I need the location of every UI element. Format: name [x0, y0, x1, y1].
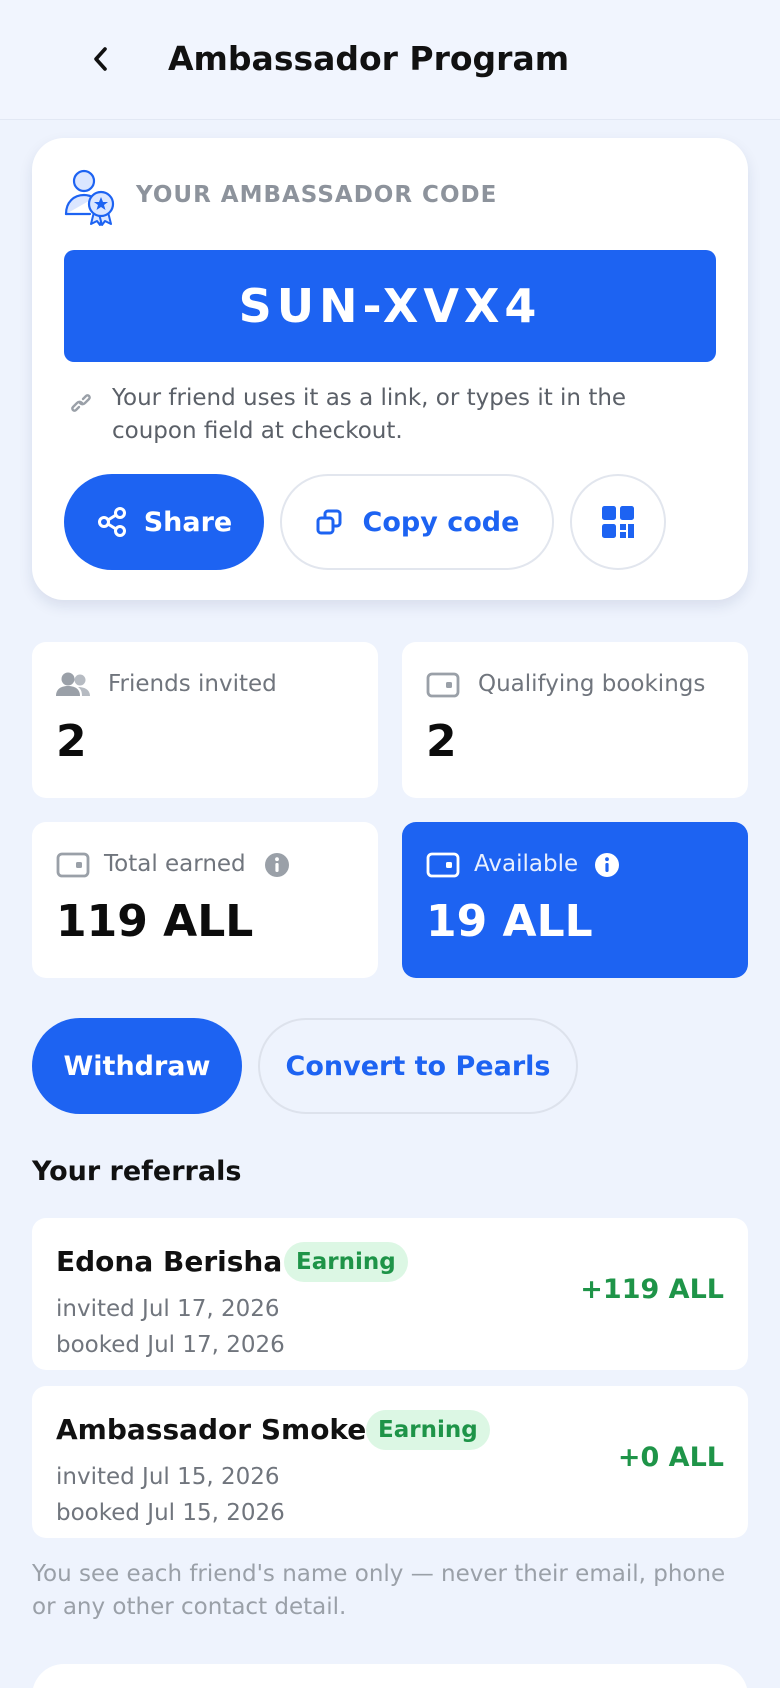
withdraw-button[interactable]: Withdraw — [32, 1018, 242, 1114]
referral-name: Edona Berisha — [56, 1245, 283, 1278]
referral-booked-date: booked Jul 15, 2026 — [56, 1500, 285, 1526]
wallet-icon — [426, 852, 460, 878]
code-hint-text: Your friend uses it as a link, or types … — [112, 385, 627, 444]
qr-code-button[interactable] — [570, 474, 666, 570]
page-title: Ambassador Program — [168, 39, 570, 78]
wallet-icon — [426, 672, 460, 698]
friends-invited-card: Friends invited 2 — [32, 642, 378, 798]
status-badge: Earning — [366, 1410, 490, 1450]
share-icon — [97, 507, 126, 537]
status-badge: Earning — [284, 1242, 408, 1282]
available-value: 19 ALL — [426, 896, 593, 947]
people-icon — [56, 672, 90, 696]
qualifying-bookings-value: 2 — [426, 716, 457, 767]
referral-item[interactable]: Edona Berisha Earning invited Jul 17, 20… — [32, 1218, 748, 1370]
referral-invited-date: invited Jul 17, 2026 — [56, 1296, 280, 1322]
privacy-footnote: You see each friend's name only — never … — [32, 1561, 726, 1620]
info-icon[interactable] — [594, 852, 620, 878]
ambassador-code-card: YOUR AMBASSADOR CODE SUN-XVX4 Your frien… — [32, 138, 748, 600]
available-label: Available — [474, 851, 579, 877]
available-card: Available 19 ALL — [402, 822, 748, 978]
referral-amount: +119 ALL — [580, 1274, 724, 1305]
qualifying-bookings-card: Qualifying bookings 2 — [402, 642, 748, 798]
link-icon — [71, 394, 91, 412]
share-button-label: Share — [143, 506, 233, 538]
referrals-section-title: Your referrals — [32, 1156, 242, 1187]
friends-invited-value: 2 — [56, 716, 87, 767]
referral-invited-date: invited Jul 15, 2026 — [56, 1464, 280, 1490]
copy-icon — [316, 509, 342, 535]
qr-code-icon — [602, 506, 634, 538]
total-earned-card: Total earned 119 ALL — [32, 822, 378, 978]
friends-invited-label: Friends invited — [108, 671, 277, 697]
next-card-peek — [32, 1664, 748, 1688]
referral-booked-date: booked Jul 17, 2026 — [56, 1332, 285, 1358]
back-button[interactable] — [78, 36, 124, 82]
qualifying-bookings-label: Qualifying bookings — [478, 671, 706, 697]
chevron-left-icon — [94, 47, 107, 71]
referral-name: Ambassador Smoke — [56, 1413, 367, 1446]
total-earned-label: Total earned — [104, 851, 246, 877]
ambassador-badge-icon — [64, 169, 115, 226]
code-card-label: YOUR AMBASSADOR CODE — [136, 182, 498, 208]
copy-code-button[interactable]: Copy code — [280, 474, 554, 570]
share-button[interactable]: Share — [64, 474, 264, 570]
copy-code-label: Copy code — [362, 506, 520, 538]
wallet-icon — [56, 852, 90, 878]
ambassador-code[interactable]: SUN-XVX4 — [64, 250, 716, 362]
total-earned-value: 119 ALL — [56, 896, 254, 947]
referral-item[interactable]: Ambassador Smoke Earning invited Jul 15,… — [32, 1386, 748, 1538]
convert-to-pearls-button[interactable]: Convert to Pearls — [258, 1018, 578, 1114]
app-header: Ambassador Program — [0, 0, 780, 120]
info-icon[interactable] — [264, 852, 290, 878]
referral-amount: +0 ALL — [617, 1442, 724, 1473]
